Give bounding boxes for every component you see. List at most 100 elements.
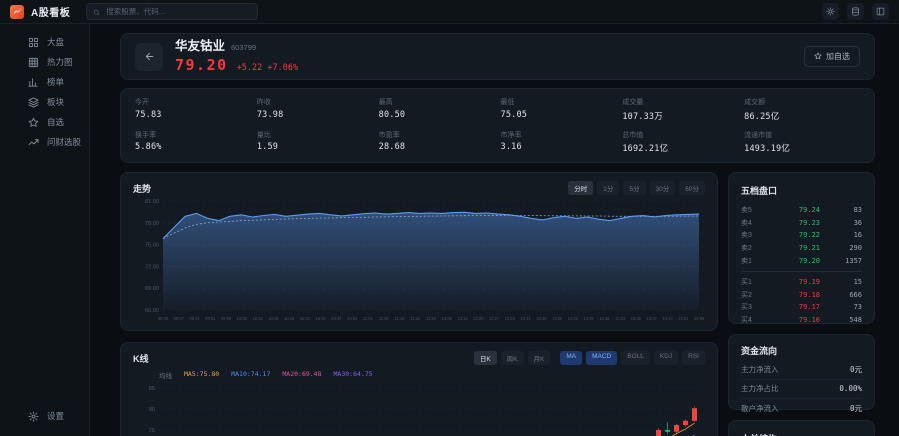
svg-text:10:40: 10:40 bbox=[315, 316, 326, 321]
svg-text:09:44: 09:44 bbox=[189, 316, 200, 321]
sidebar-item-1[interactable]: 热力图 bbox=[0, 52, 89, 72]
svg-text:11:29: 11:29 bbox=[426, 316, 437, 321]
tab-30分[interactable]: 30分 bbox=[650, 181, 676, 195]
tab-1分[interactable]: 1分 bbox=[597, 181, 619, 195]
tab-日K[interactable]: 日K bbox=[474, 351, 497, 365]
svg-text:14:30: 14:30 bbox=[631, 316, 642, 321]
theme-toggle-button[interactable] bbox=[822, 3, 839, 20]
ma-legend-item: MA20:69.48 bbox=[282, 370, 321, 380]
svg-text:09:58: 09:58 bbox=[221, 316, 232, 321]
orderbook-row-买1: 买179.1915 bbox=[741, 276, 862, 289]
stock-info: 华友钴业 603799 79.20 +5.22 +7.06% bbox=[175, 40, 298, 73]
tab-月K[interactable]: 月K bbox=[528, 351, 551, 365]
tab-分时[interactable]: 分时 bbox=[568, 181, 593, 195]
svg-text:66.00: 66.00 bbox=[145, 308, 159, 314]
tab-MACD[interactable]: MACD bbox=[586, 351, 617, 365]
stat-cell-3: 最低75.05 bbox=[501, 97, 617, 122]
tab-RSI[interactable]: RSI bbox=[682, 351, 705, 365]
sidebar-item-5[interactable]: 问财选股 bbox=[0, 132, 89, 152]
sidebar-item-0[interactable]: 大盘 bbox=[0, 32, 89, 52]
orderbook-row-卖1: 卖179.201357 bbox=[741, 254, 862, 267]
main-content: 华友钴业 603799 79.20 +5.22 +7.06% 加自选 今开75.… bbox=[90, 24, 899, 436]
ma-legend: 均线 MA5:75.80MA10:74.17MA20:69.48MA30:64.… bbox=[159, 370, 705, 380]
orderbook-row-买4: 买479.16548 bbox=[741, 314, 862, 324]
svg-text:13:13: 13:13 bbox=[457, 316, 468, 321]
svg-text:11:22: 11:22 bbox=[410, 316, 421, 321]
search-icon bbox=[93, 3, 100, 21]
svg-text:10:33: 10:33 bbox=[300, 316, 311, 321]
tab-60分[interactable]: 60分 bbox=[679, 181, 705, 195]
ranking-icon bbox=[28, 77, 39, 88]
svg-text:75: 75 bbox=[149, 428, 155, 434]
back-button[interactable] bbox=[135, 43, 163, 71]
svg-text:13:20: 13:20 bbox=[473, 316, 484, 321]
svg-text:14:16: 14:16 bbox=[599, 316, 610, 321]
add-watchlist-button[interactable]: 加自选 bbox=[804, 46, 860, 67]
svg-text:10:47: 10:47 bbox=[331, 316, 342, 321]
search-input[interactable] bbox=[104, 6, 251, 17]
svg-text:10:19: 10:19 bbox=[268, 316, 279, 321]
orderbook-row-买2: 买279.18666 bbox=[741, 289, 862, 302]
svg-text:13:34: 13:34 bbox=[505, 316, 516, 321]
topbar: A股看板 bbox=[0, 0, 899, 24]
stat-cell-1: 昨收73.98 bbox=[257, 97, 373, 122]
ma-legend-item: MA5:75.80 bbox=[184, 370, 219, 380]
sidebar-item-settings[interactable]: 设置 bbox=[0, 406, 89, 426]
svg-text:13:48: 13:48 bbox=[536, 316, 547, 321]
svg-text:13:41: 13:41 bbox=[520, 316, 531, 321]
tab-BOLL[interactable]: BOLL bbox=[621, 351, 650, 365]
svg-text:11:15: 11:15 bbox=[395, 316, 406, 321]
svg-text:13:27: 13:27 bbox=[489, 316, 500, 321]
tab-KDJ[interactable]: KDJ bbox=[654, 351, 678, 365]
tab-周K[interactable]: 周K bbox=[501, 351, 524, 365]
stat-cell-5: 成交额86.25亿 bbox=[744, 97, 860, 122]
ma-legend-item: MA10:74.17 bbox=[231, 370, 270, 380]
sidebar-item-3[interactable]: 板块 bbox=[0, 92, 89, 112]
sidebar-item-2[interactable]: 榜单 bbox=[0, 72, 89, 92]
orderbook-row-卖5: 卖579.2483 bbox=[741, 204, 862, 217]
fundflow-row-1: 主力净占比0.00% bbox=[741, 379, 862, 399]
trending-up-icon bbox=[28, 137, 39, 148]
svg-text:10:26: 10:26 bbox=[284, 316, 295, 321]
stat-cell-9: 市净率3.16 bbox=[501, 130, 617, 155]
sidebar-item-4[interactable]: 自选 bbox=[0, 112, 89, 132]
sectors-icon bbox=[28, 97, 39, 108]
svg-text:14:09: 14:09 bbox=[583, 316, 594, 321]
tab-5分[interactable]: 5分 bbox=[623, 181, 645, 195]
svg-text:85: 85 bbox=[149, 386, 155, 392]
svg-text:78.00: 78.00 bbox=[145, 221, 159, 227]
stock-header-card: 华友钴业 603799 79.20 +5.22 +7.06% 加自选 bbox=[120, 33, 875, 80]
stat-cell-0: 今开75.83 bbox=[135, 97, 251, 122]
svg-text:14:02: 14:02 bbox=[568, 316, 579, 321]
svg-text:13:55: 13:55 bbox=[552, 316, 563, 321]
fundflow-row-2: 散户净流入0元 bbox=[741, 398, 862, 418]
svg-text:14:51: 14:51 bbox=[678, 316, 689, 321]
gear-icon bbox=[28, 411, 39, 422]
svg-text:14:37: 14:37 bbox=[647, 316, 658, 321]
grid-icon bbox=[28, 37, 39, 48]
sun-icon bbox=[826, 7, 835, 16]
kline-chart: 8580757065 bbox=[133, 381, 705, 436]
star-icon bbox=[28, 117, 39, 128]
orderbook-title: 五档盘口 bbox=[741, 186, 777, 196]
orderbook-divider bbox=[741, 271, 862, 272]
fundflow-row-0: 主力净流入0元 bbox=[741, 360, 862, 379]
data-source-button[interactable] bbox=[847, 3, 864, 20]
tab-MA[interactable]: MA bbox=[560, 351, 582, 365]
svg-text:11:01: 11:01 bbox=[363, 316, 374, 321]
orderbook-row-卖3: 卖379.2216 bbox=[741, 229, 862, 242]
database-icon bbox=[851, 7, 860, 16]
layout-button[interactable] bbox=[872, 3, 889, 20]
search-box[interactable] bbox=[86, 3, 258, 20]
svg-text:75.00: 75.00 bbox=[145, 243, 159, 249]
stat-cell-10: 总市值1692.21亿 bbox=[622, 130, 738, 155]
layout-icon bbox=[876, 7, 885, 16]
stats-card: 今开75.83昨收73.98最高80.50最低75.05成交量107.33万成交… bbox=[120, 88, 875, 163]
svg-text:14:58: 14:58 bbox=[694, 316, 705, 321]
heatmap-icon bbox=[28, 57, 39, 68]
stock-change: +5.22 +7.06% bbox=[237, 64, 298, 73]
intraday-chart-card: 走势 分时1分5分30分60分 81.0078.0075.0072.0069.0… bbox=[120, 172, 718, 331]
intraday-card-title: 走势 bbox=[133, 182, 151, 195]
fundflow-title: 资金流向 bbox=[741, 346, 777, 356]
stat-cell-2: 最高80.50 bbox=[379, 97, 495, 122]
